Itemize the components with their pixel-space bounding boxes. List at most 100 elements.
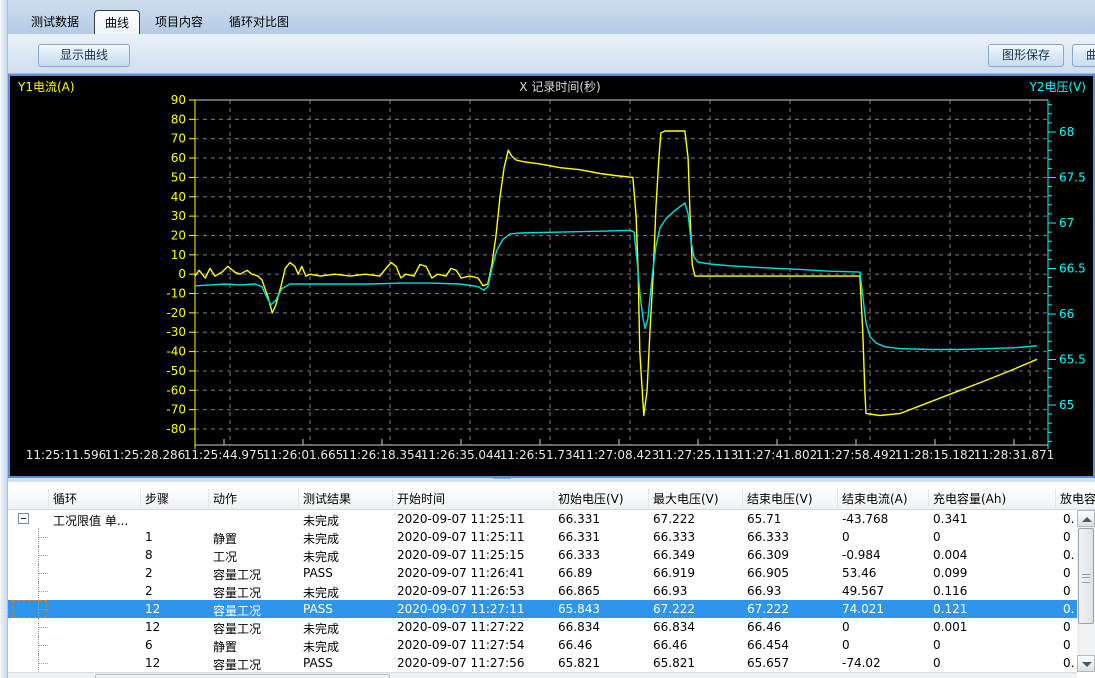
curve-compare-button[interactable]: 曲线对比 bbox=[1072, 44, 1095, 67]
scroll-up-button[interactable] bbox=[1077, 510, 1095, 527]
y1-tick-label: 30 bbox=[171, 209, 186, 223]
table-cell: 1 bbox=[145, 530, 153, 544]
table-cell: 74.021 bbox=[842, 602, 884, 616]
x-tick-label: 11:28:31.871 bbox=[974, 448, 1055, 462]
column-separator bbox=[742, 489, 743, 507]
table-cell: 53.46 bbox=[842, 566, 876, 580]
column-header[interactable]: 结束电流(A) bbox=[842, 490, 908, 507]
table-cell: 2 bbox=[145, 566, 153, 580]
table-cell: 66.46 bbox=[653, 638, 687, 652]
table-cell: 2020-09-07 11:26:41 bbox=[397, 566, 524, 580]
column-header[interactable]: 循环 bbox=[53, 490, 77, 507]
column-header[interactable]: 初始电压(V) bbox=[558, 490, 624, 507]
y2-tick-label: 65.5 bbox=[1059, 353, 1086, 367]
table-cell: 0 bbox=[1063, 584, 1071, 598]
table-cell: PASS bbox=[303, 656, 333, 670]
table-row[interactable]: 工况限值 单...未完成2020-09-07 11:25:1166.33167.… bbox=[8, 510, 1077, 528]
show-curve-button[interactable]: 显示曲线 bbox=[38, 44, 130, 67]
tree-collapse-icon[interactable] bbox=[18, 513, 29, 524]
tab-test-data[interactable]: 测试数据 bbox=[20, 9, 90, 34]
table-cell: 2020-09-07 11:25:15 bbox=[397, 548, 524, 562]
scrollbar-thumb[interactable] bbox=[1078, 528, 1094, 624]
table-cell: 66.905 bbox=[747, 566, 789, 580]
table-cell: PASS bbox=[303, 602, 333, 616]
tab-project-content[interactable]: 项目内容 bbox=[144, 9, 214, 34]
table-cell: 66.834 bbox=[653, 620, 695, 634]
x-tick-label: 11:27:25.113 bbox=[658, 448, 739, 462]
horizontal-scrollbar-thumb[interactable] bbox=[95, 674, 390, 678]
table-cell: 66.333 bbox=[558, 548, 600, 562]
y1-tick-label: 70 bbox=[171, 132, 186, 146]
table-cell: 0.099 bbox=[933, 566, 967, 580]
table-cell: 未完成 bbox=[303, 512, 339, 529]
table-row[interactable]: 12容量工况未完成2020-09-07 11:27:2266.83466.834… bbox=[8, 618, 1077, 636]
table-row[interactable]: 2容量工况未完成2020-09-07 11:26:5366.86566.9366… bbox=[8, 582, 1077, 600]
table-cell: 65.657 bbox=[747, 656, 789, 670]
x-axis-title: X 记录时间(秒) bbox=[519, 80, 600, 94]
table-cell: 容量工况 bbox=[213, 656, 261, 673]
table-cell: 49.567 bbox=[842, 584, 884, 598]
table-cell: 0. bbox=[1063, 512, 1074, 526]
table-cell: PASS bbox=[303, 566, 333, 580]
y2-axis-title: Y2电压(V) bbox=[1028, 80, 1086, 94]
table-cell: 容量工况 bbox=[213, 602, 261, 619]
table-cell: 66.93 bbox=[653, 584, 687, 598]
column-separator bbox=[298, 489, 299, 507]
table-row[interactable]: 12容量工况PASS2020-09-07 11:27:5665.82165.82… bbox=[8, 654, 1077, 672]
table-row[interactable]: 1静置未完成2020-09-07 11:25:1166.33166.33366.… bbox=[8, 528, 1077, 546]
table-cell: 0 bbox=[842, 638, 850, 652]
x-tick-label: 11:25:44.975 bbox=[184, 448, 265, 462]
table-row[interactable]: 2容量工况PASS2020-09-07 11:26:4166.8966.9196… bbox=[8, 564, 1077, 582]
save-graph-button[interactable]: 图形保存 bbox=[988, 44, 1064, 67]
column-header[interactable]: 步骤 bbox=[145, 490, 169, 507]
y1-tick-label: 20 bbox=[171, 228, 186, 242]
table-cell: 12 bbox=[145, 656, 160, 670]
y1-tick-label: -80 bbox=[166, 422, 186, 436]
table-cell: 65.843 bbox=[558, 602, 600, 616]
column-separator bbox=[837, 489, 838, 507]
table-row[interactable]: 6静置未完成2020-09-07 11:27:5466.4666.4666.45… bbox=[8, 636, 1077, 654]
table-cell: 未完成 bbox=[303, 548, 339, 565]
scroll-down-button[interactable] bbox=[1077, 655, 1095, 672]
column-header[interactable]: 放电容量(Ah) bbox=[1060, 490, 1095, 507]
table-cell: 0 bbox=[1063, 638, 1071, 652]
curve-chart[interactable]: 9080706050403020100-10-20-30-40-50-60-70… bbox=[8, 74, 1095, 478]
table-row[interactable]: 12容量工况PASS2020-09-07 11:27:1165.84367.22… bbox=[8, 600, 1077, 618]
app-window: 测试数据 曲线 项目内容 循环对比图 显示曲线 图形保存 曲线对比 908070… bbox=[0, 0, 1095, 678]
column-header[interactable]: 充电容量(Ah) bbox=[933, 490, 1006, 507]
table-cell: 67.222 bbox=[653, 602, 695, 616]
table-cell: 0 bbox=[933, 530, 941, 544]
table-cell: 8 bbox=[145, 548, 153, 562]
column-header[interactable]: 测试结果 bbox=[303, 490, 351, 507]
tab-curve[interactable]: 曲线 bbox=[94, 10, 140, 35]
table-cell: 66.89 bbox=[558, 566, 592, 580]
table-cell: 66.93 bbox=[747, 584, 781, 598]
table-row[interactable]: 8工况未完成2020-09-07 11:25:1566.33366.34966.… bbox=[8, 546, 1077, 564]
table-cell: 0.001 bbox=[933, 620, 967, 634]
tab-cycle-compare[interactable]: 循环对比图 bbox=[218, 9, 300, 34]
table-cell: 12 bbox=[145, 602, 160, 616]
table-cell: 2020-09-07 11:27:54 bbox=[397, 638, 524, 652]
tree-connector-line bbox=[38, 537, 40, 546]
tab-bar: 测试数据 曲线 项目内容 循环对比图 bbox=[8, 0, 1095, 34]
table-cell: 工况限值 单... bbox=[53, 512, 128, 529]
column-separator bbox=[1055, 489, 1056, 507]
scrollbar-grip-icon bbox=[1082, 574, 1090, 583]
table-cell: 0. bbox=[1063, 548, 1074, 562]
horizontal-scrollbar[interactable] bbox=[8, 672, 1077, 678]
table-cell: 66.331 bbox=[558, 530, 600, 544]
column-header[interactable]: 动作 bbox=[213, 490, 237, 507]
column-header[interactable]: 最大电压(V) bbox=[653, 490, 719, 507]
curve-chart-panel[interactable]: 9080706050403020100-10-20-30-40-50-60-70… bbox=[8, 74, 1095, 478]
x-tick-label: 11:28:15.182 bbox=[895, 448, 976, 462]
y2-tick-label: 65 bbox=[1059, 398, 1074, 412]
column-header[interactable]: 结束电压(V) bbox=[747, 490, 813, 507]
table-cell: 0 bbox=[842, 530, 850, 544]
table-cell: 66.834 bbox=[558, 620, 600, 634]
vertical-scrollbar[interactable] bbox=[1077, 510, 1095, 672]
column-header[interactable]: 开始时间 bbox=[397, 490, 445, 507]
table-cell: 未完成 bbox=[303, 530, 339, 547]
y1-tick-label: -70 bbox=[166, 403, 186, 417]
y2-tick-label: 66.5 bbox=[1059, 262, 1086, 276]
tree-connector-line bbox=[38, 573, 40, 582]
